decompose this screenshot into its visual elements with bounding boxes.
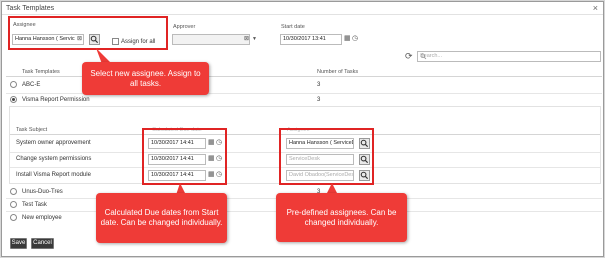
callout-assignee: Select new assignee. Assign to all tasks… [82,62,209,95]
assignees-highlight [279,128,374,185]
clock-icon[interactable]: ◷ [352,35,358,43]
template-name: Unus-Duo-Tres [22,189,63,195]
dialog-title: Task Templates [6,5,55,12]
subtask-subject: System owner approvement [16,140,91,146]
template-name: Visma Report Permission [22,97,90,103]
approver-field[interactable] [172,34,250,45]
clear-icon[interactable]: ⊠ [244,35,249,43]
calendar-icon[interactable]: ▦ [344,35,351,43]
task-count: 3 [317,82,321,88]
due-dates-highlight [142,128,227,185]
close-icon[interactable]: × [593,3,598,13]
subtask-subject: Change system permissions [16,156,92,162]
search-icon [420,53,427,60]
search-input[interactable]: Search... [417,51,601,62]
template-name: ABC-E [22,82,41,88]
start-date-label: Start date [281,24,305,30]
callout-due-dates: Calculated Due dates from Start date. Ca… [96,193,227,243]
approver-label: Approver [173,24,196,30]
template-radio-test-task[interactable] [10,201,17,208]
template-radio-visma-report-permission[interactable] [10,96,17,103]
dialog-titlebar: Task Templates × [2,2,603,15]
save-button[interactable]: Save [10,238,27,249]
template-radio-abc-e[interactable] [10,81,17,88]
template-name: Test Task [22,202,47,208]
callout-predefined-assignees: Pre-defined assignees. Can be changed in… [276,193,407,242]
task-count: 3 [317,97,321,103]
cancel-button[interactable]: Cancel [31,238,54,249]
column-header-task-templates: Task Templates [22,69,60,75]
template-name: New employee [22,215,62,221]
chevron-down-icon[interactable]: ▼ [252,35,257,43]
subtask-subject: Install Visma Report module [16,172,91,178]
column-header-number-of-tasks: Number of Tasks [317,69,359,75]
start-date-field[interactable]: 10/30/2017 13:41 [280,34,342,45]
task-templates-dialog: Task Templates × Assignee Hanna Hansson … [1,1,604,257]
assignee-highlight [8,16,168,50]
column-header-task-subject: Task Subject [16,127,48,133]
refresh-icon[interactable]: ⟳ [405,52,413,61]
template-radio-unus-duo-tres[interactable] [10,188,17,195]
template-radio-new-employee[interactable] [10,214,17,221]
